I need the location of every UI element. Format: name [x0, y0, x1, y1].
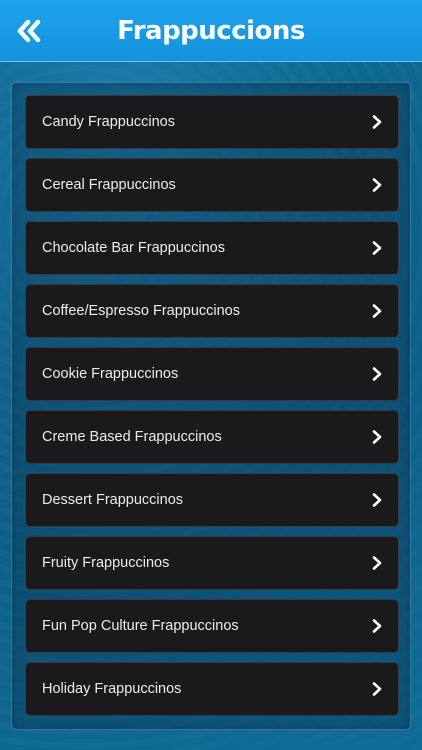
chevron-right-icon [372, 241, 382, 255]
chevron-right-icon [372, 367, 382, 381]
list-item[interactable]: Creme Based Frappuccinos [25, 410, 399, 464]
chevron-right-icon [372, 493, 382, 507]
category-panel: Candy Frappuccinos Cereal Frappuccinos C… [11, 82, 411, 730]
chevron-right-icon [372, 304, 382, 318]
list-item-label: Dessert Frappuccinos [42, 492, 184, 508]
nav-bar: Frappuccions [0, 0, 422, 62]
chevron-right-icon [372, 619, 382, 633]
chevron-right-icon [372, 430, 382, 444]
list-item-label: Holiday Frappuccinos [42, 681, 182, 697]
chevron-right-icon [372, 115, 382, 129]
list-item-label: Cookie Frappuccinos [42, 366, 179, 382]
list-item-label: Candy Frappuccinos [42, 114, 175, 130]
list-item[interactable]: Candy Frappuccinos [25, 95, 399, 149]
list-item[interactable]: Chocolate Bar Frappuccinos [25, 221, 399, 275]
list-item[interactable]: Dessert Frappuccinos [25, 473, 399, 527]
list-item[interactable]: Cookie Frappuccinos [25, 347, 399, 401]
list-item[interactable]: Fruity Frappuccinos [25, 536, 399, 590]
list-item-label: Coffee/Espresso Frappuccinos [42, 303, 241, 319]
category-list: Candy Frappuccinos Cereal Frappuccinos C… [25, 95, 399, 725]
list-item[interactable]: Coffee/Espresso Frappuccinos [25, 284, 399, 338]
list-item-label: Cereal Frappuccinos [42, 177, 176, 193]
list-item[interactable]: Fun Pop Culture Frappuccinos [25, 599, 399, 653]
list-item[interactable]: Holiday Frappuccinos [25, 662, 399, 716]
list-item-label: Chocolate Bar Frappuccinos [42, 240, 225, 256]
page-title: Frappuccions [117, 16, 305, 46]
list-item-label: Fun Pop Culture Frappuccinos [42, 618, 239, 634]
list-item-label: Fruity Frappuccinos [42, 555, 170, 571]
chevron-right-icon [372, 178, 382, 192]
chevron-right-icon [372, 682, 382, 696]
chevron-right-icon [372, 556, 382, 570]
list-item[interactable]: Cereal Frappuccinos [25, 158, 399, 212]
list-item-label: Creme Based Frappuccinos [42, 429, 222, 445]
